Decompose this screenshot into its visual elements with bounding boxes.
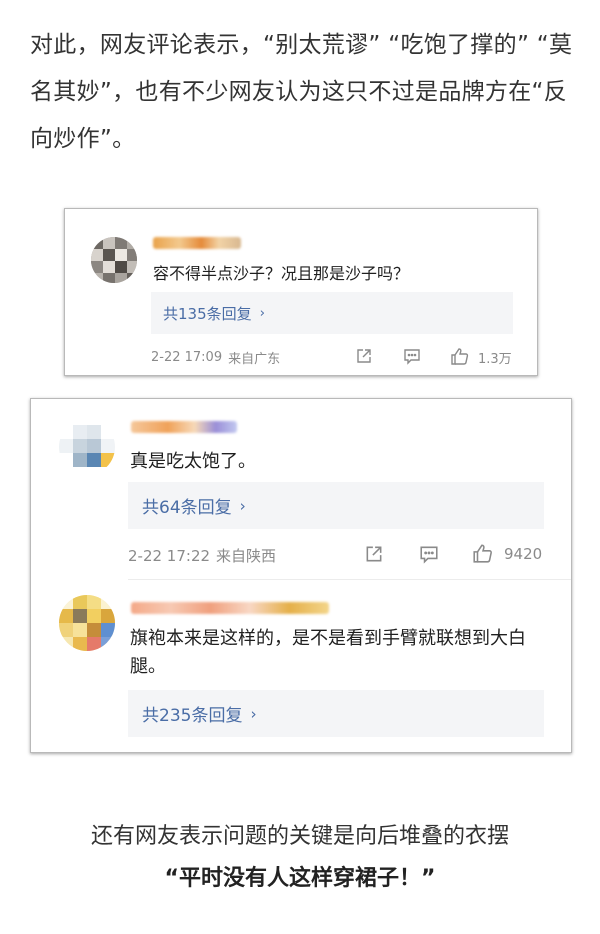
username-blurred [153, 237, 241, 249]
view-replies-button[interactable]: 共64条回复 › [128, 482, 544, 529]
share-icon[interactable] [362, 542, 386, 566]
comment-meta: 2-22 17:09 来自广东 [151, 348, 280, 367]
view-replies-button[interactable]: 共135条回复 › [151, 292, 513, 334]
divider [128, 579, 571, 580]
intro-paragraph: 对此，网友评论表示，“别太荒谬” “吃饱了撑的” “莫名其妙”，也有不少网友认为… [30, 32, 573, 152]
username-blurred [131, 602, 329, 614]
comment-screenshot-2: 真是吃太饱了。 共64条回复 › 2-22 17:22 来自陕西 9420 旗袍… [30, 398, 572, 753]
chevron-right-icon: › [239, 496, 246, 515]
comment-icon[interactable] [417, 542, 441, 566]
comment-screenshot-1: 容不得半点沙子？况且那是沙子吗？ 共135条回复 › 2-22 17:09 来自… [64, 208, 538, 376]
avatar [91, 237, 137, 283]
reply-count-label: 共235条回复 [142, 706, 243, 726]
comment-icon[interactable] [401, 345, 423, 367]
comment-date: 2-22 17:09 [151, 350, 223, 365]
chevron-right-icon: › [259, 305, 266, 321]
view-replies-button[interactable]: 共235条回复 › [128, 690, 544, 737]
chevron-right-icon: › [250, 704, 257, 723]
comment-location: 来自广东 [228, 352, 281, 367]
comment-text: 真是吃太饱了。 [130, 451, 256, 472]
avatar [59, 419, 115, 475]
comment-date: 2-22 17:22 [128, 546, 211, 565]
reply-count-label: 共135条回复 [163, 304, 252, 323]
reply-count-label: 共64条回复 [142, 498, 232, 518]
outro-text: 还有网友表示问题的关键是向后堆叠的衣摆 [90, 824, 509, 849]
share-icon[interactable] [353, 345, 375, 367]
like-count: 1.3万 [478, 352, 512, 367]
like-count: 9420 [504, 545, 543, 563]
avatar [59, 595, 115, 651]
comment-meta: 2-22 17:22 来自陕西 [128, 545, 276, 566]
like-icon[interactable] [470, 540, 496, 566]
outro-quote: “平时没有人这样穿裙子！” [164, 866, 436, 891]
comment-text: 旗袍本来是这样的，是不是看到手臂就联想到大白腿。 [130, 628, 526, 677]
like-icon[interactable] [448, 344, 472, 368]
comment-text: 容不得半点沙子？况且那是沙子吗？ [153, 264, 410, 283]
comment-location: 来自陕西 [216, 547, 277, 565]
username-blurred [131, 421, 237, 433]
